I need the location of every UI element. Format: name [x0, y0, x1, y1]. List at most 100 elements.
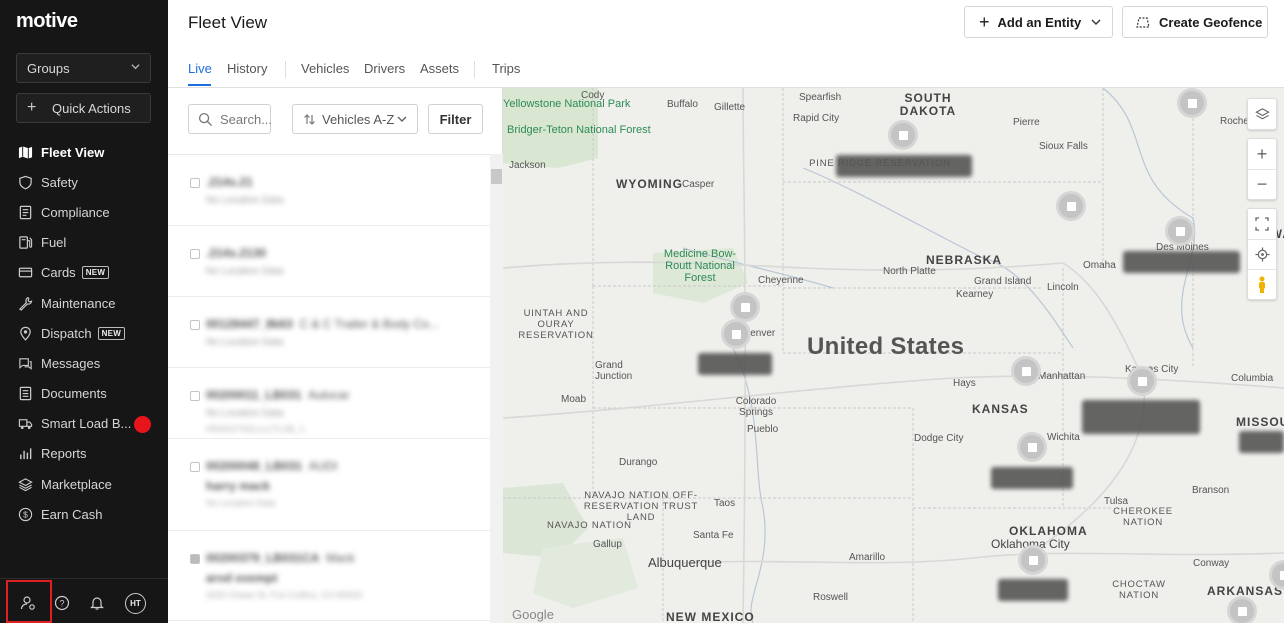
vehicle-pin[interactable]	[1018, 545, 1048, 575]
sidebar-item-fleet-view[interactable]: Fleet View	[0, 137, 168, 167]
vehicle-status: No Location Data	[206, 337, 284, 348]
create-geofence-button[interactable]: Create Geofence	[1122, 6, 1268, 38]
add-entity-button[interactable]: + Add an Entity	[964, 6, 1113, 38]
row-checkbox[interactable]	[190, 462, 200, 472]
tab-drivers[interactable]: Drivers	[364, 61, 405, 76]
state-label: NEBRASKA	[926, 253, 1003, 267]
row-checkbox[interactable]	[190, 178, 200, 188]
vehicle-pin[interactable]	[1227, 596, 1257, 623]
city-label: Lincoln	[1047, 282, 1079, 293]
country-label: United States	[807, 333, 965, 360]
city-label: Grand Junction	[595, 360, 633, 382]
list-item[interactable]: .214s.21 No Location Data	[168, 155, 490, 226]
vehicle-pin[interactable]	[1056, 191, 1086, 221]
park-label: Medicine Bow-Routt National Forest	[663, 248, 737, 284]
state-label: OKLAHOMA	[1009, 524, 1088, 538]
vehicle-pin[interactable]	[721, 319, 751, 349]
map-layers-control[interactable]	[1247, 98, 1277, 130]
vehicle-map-label[interactable]	[1123, 251, 1240, 273]
vehicle-pin[interactable]	[1177, 88, 1207, 118]
list-item[interactable]: 00200379_LB031CA Mack arod exempt 2620 C…	[168, 531, 490, 621]
groups-dropdown[interactable]: Groups	[16, 53, 151, 83]
list-item[interactable]: .214s.2130 No Location Data	[168, 226, 490, 297]
state-label: MISSOURI	[1236, 415, 1284, 429]
vehicle-pin[interactable]	[888, 120, 918, 150]
row-checkbox[interactable]	[190, 391, 200, 401]
row-checkbox[interactable]	[190, 320, 200, 330]
vehicle-map-label[interactable]	[836, 155, 972, 177]
sort-dropdown[interactable]: Vehicles A-Z	[292, 104, 418, 134]
vehicle-status: No Location Data	[206, 266, 284, 277]
quick-actions-label: Quick Actions	[52, 101, 131, 116]
tab-assets[interactable]: Assets	[420, 61, 459, 76]
sidebar-item-compliance[interactable]: Compliance	[0, 197, 168, 227]
bell-icon[interactable]	[89, 595, 105, 611]
quick-actions-button[interactable]: + Quick Actions	[16, 93, 151, 123]
fullscreen-icon[interactable]	[1248, 209, 1276, 239]
vehicle-map-label[interactable]	[1082, 400, 1200, 434]
scrollbar-thumb[interactable]	[491, 169, 502, 184]
sidebar-item-fuel[interactable]: Fuel	[0, 228, 168, 258]
reservation-label: CHOCTAW NATION	[1112, 579, 1166, 601]
tab-vehicles[interactable]: Vehicles	[301, 61, 349, 76]
tab-history[interactable]: History	[227, 61, 267, 76]
chevron-down-icon	[397, 116, 407, 122]
document-icon	[18, 205, 33, 220]
locate-icon[interactable]	[1248, 239, 1276, 269]
city-label: Omaha	[1083, 260, 1116, 271]
truck-icon	[18, 416, 33, 431]
vehicle-list-panel: Search... Vehicles A-Z Filter .214s.21 N…	[168, 88, 503, 623]
list-item[interactable]: 00128447_8k63 C & C Trailer & Body Co...…	[168, 297, 490, 368]
vehicle-map-label[interactable]	[998, 579, 1068, 601]
vehicle-pin[interactable]	[1017, 432, 1047, 462]
vehicle-id-text: 00200048_LB031	[206, 459, 303, 473]
list-item[interactable]: 00200048_LB031 AUDI harry mack No Locati…	[168, 439, 490, 531]
sidebar-item-maintenance[interactable]: Maintenance	[0, 288, 168, 318]
svg-text:?: ?	[59, 598, 64, 608]
pegman-icon[interactable]	[1248, 269, 1276, 299]
fleet-map[interactable]: Yellowstone National Park Bridger-Teton …	[503, 88, 1284, 623]
sidebar-item-smart-load-board[interactable]: Smart Load B...	[0, 409, 168, 439]
tab-trips[interactable]: Trips	[492, 61, 520, 76]
city-label: Taos	[714, 498, 736, 509]
city-label: Amarillo	[849, 552, 886, 563]
row-checkbox[interactable]	[190, 554, 200, 564]
vehicle-pin[interactable]	[730, 292, 760, 322]
vehicle-pin[interactable]	[1011, 356, 1041, 386]
tab-divider	[285, 61, 286, 78]
city-label: Moab	[561, 394, 587, 405]
vehicle-model: Autocar	[308, 388, 350, 402]
search-input[interactable]: Search...	[188, 104, 272, 134]
zoom-out-icon[interactable]: −	[1248, 169, 1276, 199]
sidebar-item-earn-cash[interactable]: $ Earn Cash	[0, 499, 168, 529]
sidebar-item-label: Smart Load B...	[41, 416, 132, 432]
sidebar-item-safety[interactable]: Safety	[0, 167, 168, 197]
list-item[interactable]: 00200011_LB031 Autocar No Location Data …	[168, 368, 490, 439]
sidebar-item-dispatch[interactable]: Dispatch NEW	[0, 318, 168, 348]
reservation-label: NAVAJO NATION OFF-RESERVATION TRUST LAND	[583, 490, 699, 523]
vehicle-map-label[interactable]	[698, 353, 772, 375]
motive-logo[interactable]: motive	[16, 10, 78, 33]
layers-icon[interactable]	[1248, 99, 1276, 129]
filter-button[interactable]: Filter	[428, 104, 483, 134]
sidebar-item-messages[interactable]: Messages	[0, 348, 168, 378]
help-icon[interactable]: ?	[54, 595, 70, 611]
vehicle-pin[interactable]	[1165, 216, 1195, 246]
sidebar-item-reports[interactable]: Reports	[0, 439, 168, 469]
list-scrollbar[interactable]	[490, 154, 503, 623]
vehicle-pin[interactable]	[1127, 366, 1157, 396]
vehicle-map-label[interactable]	[1239, 431, 1284, 453]
row-checkbox[interactable]	[190, 249, 200, 259]
file-icon	[18, 386, 33, 401]
vehicle-status: No Location Data	[206, 498, 276, 508]
layers-icon	[18, 477, 33, 492]
sidebar-item-cards[interactable]: Cards NEW	[0, 258, 168, 288]
vehicle-map-label[interactable]	[991, 467, 1073, 489]
tab-live[interactable]: Live	[188, 61, 212, 76]
sidebar: motive Groups + Quick Actions Fleet View…	[0, 0, 168, 623]
sidebar-item-marketplace[interactable]: Marketplace	[0, 469, 168, 499]
sidebar-item-label: Fleet View	[41, 144, 105, 160]
sidebar-item-documents[interactable]: Documents	[0, 379, 168, 409]
zoom-in-icon[interactable]: +	[1248, 139, 1276, 169]
avatar[interactable]: HT	[125, 593, 146, 614]
